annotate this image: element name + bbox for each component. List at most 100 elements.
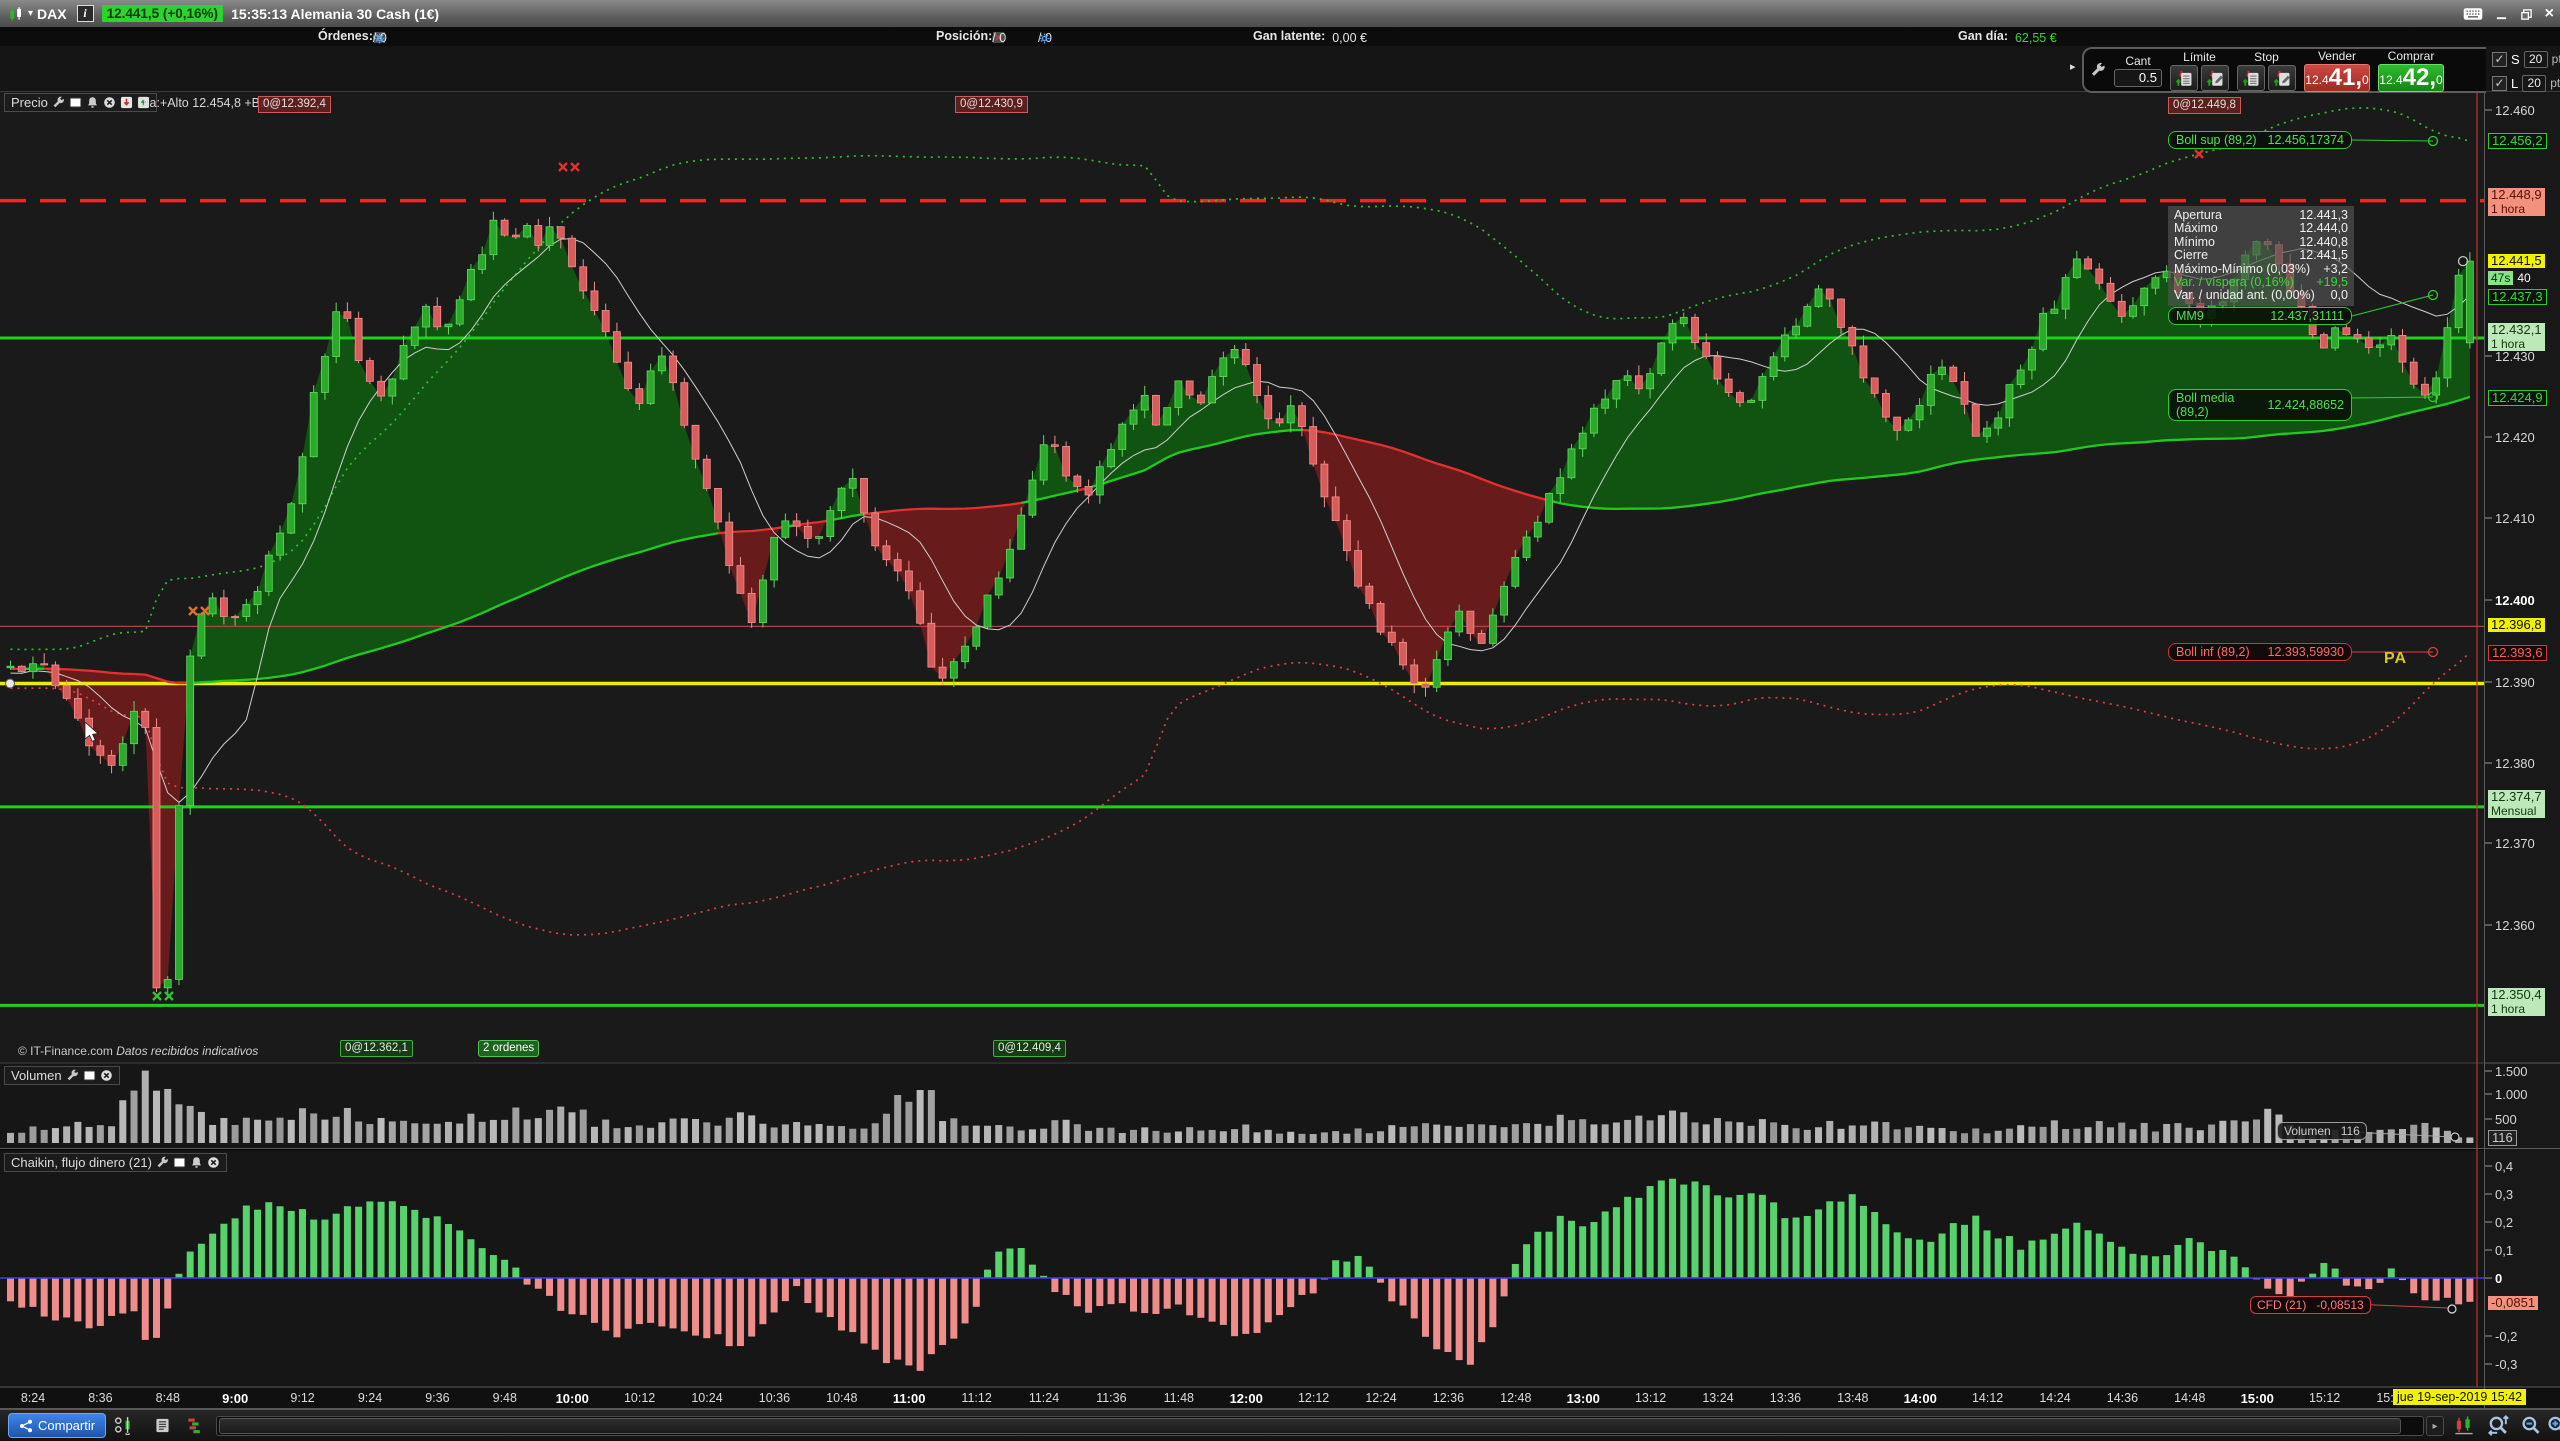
stop-order-edit-button[interactable]: [2268, 65, 2296, 91]
stop-pts-input[interactable]: 20: [2524, 51, 2548, 68]
chaikin-tick: -0,2: [2495, 1329, 2517, 1344]
tooltip-row: Máximo-Mínimo (0,03%)+3,2: [2174, 263, 2348, 276]
pa-annotation: PA: [2384, 650, 2407, 668]
order-tag[interactable]: 0@12.409,4: [993, 1040, 1066, 1057]
candle-info-tooltip: Apertura12.441,3Máximo12.444,0Mínimo12.4…: [2168, 206, 2354, 306]
indicator-label-boll[interactable]: Boll media (89,2)12.424,88652: [2168, 389, 2352, 421]
limit-order-book-button[interactable]: [2170, 65, 2198, 91]
volume-float-label: Volumen116: [2277, 1122, 2367, 1140]
volume-axis-badge: 116: [2488, 1130, 2517, 1146]
stats-row: Órdenes: 0 / 0 Posición: 0 / 0 / 0 Gan l…: [0, 27, 2560, 46]
tooltip-row-value: 0,0: [2331, 289, 2348, 302]
time-label: 12:36: [1433, 1391, 1464, 1405]
quantity-input[interactable]: 0.5: [2114, 69, 2162, 87]
close-circle-icon[interactable]: [103, 96, 116, 109]
sell-button[interactable]: 12.441,0: [2304, 64, 2370, 92]
indicator-name: Boll media (89,2): [2176, 391, 2268, 419]
arrow-down-box-icon[interactable]: [120, 96, 133, 109]
stop-checkbox[interactable]: ✓: [2492, 52, 2507, 67]
datafeed-copyright: © IT-Finance.com Datos recibidos indicat…: [18, 1044, 258, 1058]
tooltip-row: Cierre12.441,5: [2174, 249, 2348, 262]
zoom-out-button[interactable]: [2518, 1414, 2542, 1436]
chart-scrollbar[interactable]: [216, 1416, 2424, 1436]
zoom-in-button[interactable]: [2544, 1414, 2560, 1436]
keyboard-icon[interactable]: [2463, 4, 2483, 24]
time-label: 12:24: [1365, 1391, 1396, 1405]
tooltip-row: Var. / víspera (0,16%)+19,5: [2174, 276, 2348, 289]
position-settings-gear-icon[interactable]: [1038, 31, 1052, 48]
bell-icon[interactable]: [86, 96, 99, 109]
badge-sub: 1 hora: [2491, 202, 2542, 216]
time-label: 8:48: [156, 1391, 180, 1405]
indicator-label-mm9[interactable]: MM912.437,31111: [2168, 307, 2352, 325]
depth-ladder-button[interactable]: [184, 1414, 208, 1436]
time-label: 15:00: [2241, 1391, 2274, 1406]
scrollbar-thumb[interactable]: [219, 1418, 2401, 1434]
stop-order-book-button[interactable]: [2237, 65, 2265, 91]
info-icon[interactable]: i: [77, 5, 94, 22]
price-axis-badge: 12.424,9: [2488, 390, 2547, 406]
order-tag[interactable]: 2 ordenes: [478, 1040, 539, 1057]
time-label: 14:36: [2107, 1391, 2138, 1405]
badge-value: 12.396,8: [2491, 618, 2542, 632]
time-label: 13:36: [1770, 1391, 1801, 1405]
symbol-name[interactable]: DAX: [37, 6, 67, 22]
stop-checkbox-row: ✓ S 20 pts: [2492, 49, 2560, 69]
symbol-dropdown-caret-icon[interactable]: ▾: [28, 8, 33, 19]
candle-edit-button[interactable]: [2452, 1414, 2476, 1436]
share-button[interactable]: Compartir: [8, 1413, 106, 1438]
close-circle-icon[interactable]: [100, 1069, 113, 1082]
close-circle-icon[interactable]: [207, 1156, 220, 1169]
minimize-icon[interactable]: [2495, 8, 2508, 21]
wrench-icon[interactable]: [52, 96, 65, 109]
notes-button[interactable]: [150, 1414, 174, 1436]
indicator-label-boll[interactable]: Boll inf (89,2)12.393,59930: [2168, 643, 2352, 661]
window-icon[interactable]: [83, 1069, 96, 1082]
price-axis-badge: 12.396,8: [2488, 618, 2545, 632]
time-label: 9:24: [358, 1391, 382, 1405]
time-label: 10:36: [759, 1391, 790, 1405]
bell-icon[interactable]: [190, 1156, 203, 1169]
buy-button[interactable]: 12.442,0: [2378, 64, 2444, 92]
indicator-name: Boll inf (89,2): [2176, 645, 2250, 659]
limit-order-edit-button[interactable]: [2201, 65, 2229, 91]
candle-display-toggle[interactable]: [112, 1414, 136, 1436]
order-tag[interactable]: 0@12.449,8: [2168, 97, 2241, 114]
indicator-label-boll[interactable]: Boll sup (89,2)12.456,17374: [2168, 131, 2352, 149]
limit-checkbox[interactable]: ✓: [2492, 76, 2507, 91]
price-tick: 12.370: [2495, 836, 2535, 851]
order-settings-wrench-icon[interactable]: [2090, 62, 2106, 78]
time-label: 12:12: [1298, 1391, 1329, 1405]
limit-pts-input[interactable]: 20: [2522, 75, 2546, 92]
volume-tick: 1.000: [2495, 1087, 2528, 1102]
orders-settings-gear-icon[interactable]: [373, 31, 387, 48]
badge-value: 12.441,5: [2491, 254, 2542, 268]
time-label: 9:00: [222, 1391, 248, 1406]
time-label: 8:36: [88, 1391, 112, 1405]
zoom-fit-button[interactable]: [2486, 1414, 2510, 1436]
order-panel-collapse-arrow[interactable]: ▸: [2070, 60, 2076, 73]
time-label: 9:36: [425, 1391, 449, 1405]
window-icon[interactable]: [173, 1156, 186, 1169]
share-icon: [19, 1419, 33, 1433]
price-tick: 12.360: [2495, 918, 2535, 933]
order-entry-panel: Cant 0.5 Límite Stop Vender 12.441,0 Com…: [2082, 47, 2486, 93]
tooltip-row-value: 12.441,3: [2299, 209, 2348, 222]
order-tag[interactable]: 0@12.430,9: [955, 96, 1028, 113]
tooltip-row-label: Var. / unidad ant. (0,00%): [2174, 289, 2315, 302]
price-tick: 12.390: [2495, 675, 2535, 690]
session-info: 15:35:13 Alemania 30 Cash (1€): [231, 6, 439, 22]
time-label: 15:12: [2309, 1391, 2340, 1405]
wrench-icon[interactable]: [156, 1156, 169, 1169]
time-label: 12:48: [1500, 1391, 1531, 1405]
restore-icon[interactable]: [2520, 8, 2533, 21]
order-tag[interactable]: 0@12.392,4: [258, 96, 331, 113]
wrench-icon[interactable]: [66, 1069, 79, 1082]
order-tag[interactable]: 0@12.362,1: [340, 1040, 413, 1057]
scroll-right-button[interactable]: ▸: [2426, 1416, 2444, 1436]
tooltip-row-label: Máximo: [2174, 222, 2218, 235]
time-label: 11:00: [893, 1391, 926, 1406]
window-icon[interactable]: [69, 96, 82, 109]
close-icon[interactable]: ×: [2545, 5, 2554, 23]
current-date-badge: jue 19-sep-2019 15:42: [2393, 1389, 2526, 1405]
